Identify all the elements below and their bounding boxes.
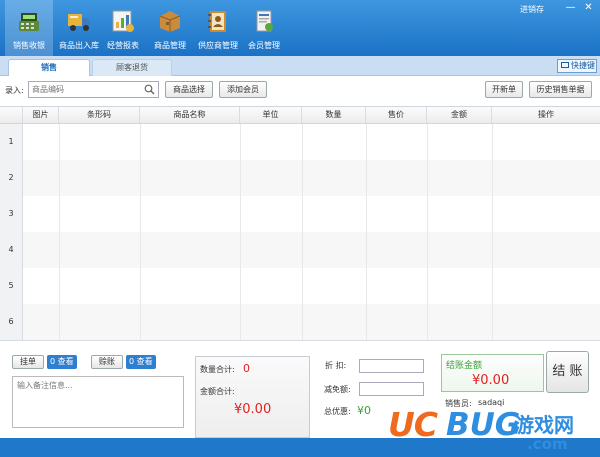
watermark-uc: UC bbox=[388, 405, 438, 444]
credit-count[interactable]: 0 查看 bbox=[126, 355, 156, 369]
entry-label: 录入: bbox=[5, 86, 24, 95]
select-product-button[interactable]: 商品选择 bbox=[165, 81, 213, 98]
table-header: 图片 条形码 商品名称 单位 数量 售价 金额 操作 bbox=[0, 106, 600, 124]
table-row[interactable]: 2 bbox=[0, 160, 600, 196]
count-value: 0 bbox=[129, 357, 135, 366]
remark-input[interactable] bbox=[12, 376, 184, 428]
column-header: 商品名称 bbox=[140, 107, 240, 123]
checkout-amount-value: ¥0.00 bbox=[472, 373, 510, 388]
row-number: 6 bbox=[0, 304, 23, 340]
column-header-rownum bbox=[0, 107, 23, 123]
new-order-button[interactable]: 开新单 bbox=[485, 81, 523, 98]
checkout-amount-box: 结账金额 ¥0.00 bbox=[441, 354, 544, 392]
minimize-button[interactable]: — bbox=[563, 1, 578, 14]
row-number: 2 bbox=[0, 160, 23, 196]
view-link: 查看 bbox=[57, 357, 74, 366]
checkout-button[interactable]: 结 账 bbox=[546, 351, 589, 393]
nav-product-management[interactable]: 商品管理 bbox=[146, 0, 194, 56]
discount-input[interactable] bbox=[359, 359, 424, 373]
nav-label: 经营报表 bbox=[107, 41, 139, 50]
amount-total-label: 金额合计: bbox=[200, 387, 235, 396]
member-card-icon bbox=[256, 10, 273, 32]
row-number: 4 bbox=[0, 232, 23, 268]
truck-icon bbox=[68, 14, 90, 31]
row-number: 3 bbox=[0, 196, 23, 232]
column-divider bbox=[240, 124, 241, 340]
table-row[interactable]: 3 bbox=[0, 196, 600, 232]
sales-history-button[interactable]: 历史销售单据 bbox=[529, 81, 592, 98]
checkout-amount-label: 结账金额 bbox=[446, 361, 483, 371]
column-divider bbox=[302, 124, 303, 340]
watermark-domain: .com bbox=[527, 435, 568, 453]
table-row[interactable]: 4 bbox=[0, 232, 600, 268]
column-header: 图片 bbox=[23, 107, 59, 123]
column-divider bbox=[366, 124, 367, 340]
nav-label: 供应商管理 bbox=[198, 41, 238, 50]
cash-register-icon bbox=[19, 13, 39, 31]
column-header: 数量 bbox=[302, 107, 366, 123]
column-divider bbox=[492, 124, 493, 340]
add-member-button[interactable]: 添加会员 bbox=[219, 81, 267, 98]
view-link: 查看 bbox=[136, 357, 153, 366]
column-header: 单位 bbox=[240, 107, 302, 123]
table-row[interactable]: 5 bbox=[0, 268, 600, 304]
tab-customer-return[interactable]: 顾客退货 bbox=[92, 59, 172, 76]
discount-label: 折 扣: bbox=[325, 361, 347, 370]
entry-toolbar: 录入: 商品选择 添加会员 开新单 历史销售单据 bbox=[0, 78, 600, 102]
product-code-input[interactable] bbox=[29, 82, 139, 97]
hang-order-group: 挂单 0 查看 bbox=[12, 355, 82, 369]
window-title: 进销存 bbox=[520, 5, 544, 14]
tab-sales[interactable]: 销售 bbox=[8, 59, 90, 76]
nav-supplier-management[interactable]: 供应商管理 bbox=[194, 0, 242, 56]
hang-order-button[interactable]: 挂单 bbox=[12, 355, 44, 369]
hang-order-count[interactable]: 0 查看 bbox=[47, 355, 77, 369]
row-number: 1 bbox=[0, 124, 23, 160]
nav-member-management[interactable]: 会员管理 bbox=[240, 0, 288, 56]
package-box-icon bbox=[159, 11, 181, 32]
nav-label: 销售收银 bbox=[13, 41, 45, 50]
credit-group: 赊账 0 查看 bbox=[91, 355, 166, 369]
quantity-total-label: 数量合计: bbox=[200, 365, 235, 374]
ucbug-watermark-logo: UC BUG 游戏网 .com bbox=[382, 405, 600, 457]
column-header: 条形码 bbox=[59, 107, 140, 123]
nav-label: 会员管理 bbox=[248, 41, 280, 50]
keyboard-icon bbox=[561, 62, 569, 68]
product-search-box bbox=[28, 81, 159, 98]
watermark-cn: 游戏网 bbox=[514, 413, 574, 437]
nav-sales-cashier[interactable]: 销售收银 bbox=[5, 0, 53, 56]
tab-bar: 销售 顾客退货 快捷键 bbox=[0, 56, 600, 76]
nav-label: 商品管理 bbox=[154, 41, 186, 50]
address-book-icon bbox=[208, 11, 226, 32]
column-divider bbox=[140, 124, 141, 340]
totals-box: 数量合计: 0 金额合计: ¥0.00 bbox=[195, 356, 310, 438]
table-row[interactable]: 1 bbox=[0, 124, 600, 160]
shortcut-keys-button[interactable]: 快捷键 bbox=[557, 59, 597, 73]
nav-stock-in-out[interactable]: 商品出入库 bbox=[55, 0, 103, 56]
amount-total-value: ¥0.00 bbox=[234, 402, 272, 417]
close-button[interactable]: ✕ bbox=[581, 1, 596, 14]
reduction-label: 减免额: bbox=[324, 385, 351, 394]
nav-label: 商品出入库 bbox=[59, 41, 99, 50]
count-value: 0 bbox=[50, 357, 56, 366]
nav-business-report[interactable]: 经营报表 bbox=[99, 0, 147, 56]
column-divider bbox=[427, 124, 428, 340]
credit-button[interactable]: 赊账 bbox=[91, 355, 123, 369]
column-header: 售价 bbox=[366, 107, 427, 123]
total-discount-label: 总优惠: bbox=[324, 407, 351, 416]
top-nav-bar: 销售收银 商品出入库 经营报表 商品管理 供应商管理 会员管理 进销存 — ✕ bbox=[0, 0, 600, 56]
quantity-total-value: 0 bbox=[243, 362, 250, 375]
row-number: 5 bbox=[0, 268, 23, 304]
reduction-input[interactable] bbox=[359, 382, 424, 396]
table-row[interactable]: 6 bbox=[0, 304, 600, 340]
column-header: 金额 bbox=[427, 107, 492, 123]
sales-table: 图片 条形码 商品名称 单位 数量 售价 金额 操作 1 2 3 4 5 6 bbox=[0, 106, 600, 340]
report-chart-icon bbox=[112, 10, 134, 32]
column-divider bbox=[59, 124, 60, 340]
column-header: 操作 bbox=[538, 110, 554, 119]
search-icon[interactable] bbox=[144, 84, 155, 95]
total-discount-value: ¥0 bbox=[357, 404, 371, 417]
watermark-bug: BUG bbox=[446, 407, 521, 443]
shortcut-label: 快捷键 bbox=[571, 61, 595, 70]
